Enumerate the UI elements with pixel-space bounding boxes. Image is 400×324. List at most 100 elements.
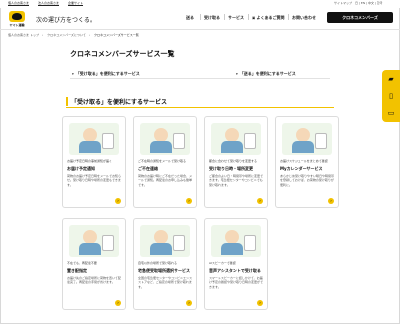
nav-send[interactable]: 送る: [186, 15, 194, 21]
card-title: 宅急便受取場所選択サービス: [138, 268, 190, 273]
card-kicker: AIスピーカーで確認: [209, 261, 236, 265]
breadcrumb-separator-icon: ›: [41, 33, 44, 37]
person-head-shape: [154, 128, 168, 142]
chevron-down-icon: ▾: [236, 72, 238, 76]
service-illustration: [140, 225, 190, 257]
person-body-shape: [79, 141, 101, 153]
breadcrumb-item-home[interactable]: 個人のお客さま トップ: [8, 33, 39, 37]
chevron-right-icon: ›: [186, 300, 192, 306]
yamato-logo[interactable]: ヤマト運輸: [6, 11, 28, 28]
laptop-icon[interactable]: ▭: [387, 109, 395, 117]
nav-divider: [224, 14, 225, 20]
person-body-shape: [292, 141, 314, 153]
floating-side-menu: ▰ ▯ ▭: [382, 70, 400, 122]
tagline: 次の運び方をつくる。: [36, 17, 96, 24]
nav-contact[interactable]: お問い合わせ: [292, 15, 316, 21]
chevron-right-icon: ›: [257, 300, 263, 306]
person-head-shape: [225, 128, 239, 142]
logo-text: ヤマト運輸: [9, 23, 25, 27]
anchor-link-receive[interactable]: ▾ 「受け取る」を便利にするサービス: [72, 71, 140, 77]
breadcrumb-item-current: クロネコメンバーズサービス一覧: [94, 33, 139, 37]
device-shape: [173, 133, 185, 149]
card-description: 全国の宅急便センターやコンビニエンスストアなど、ご指定の場所で受け取れます。: [138, 276, 192, 289]
service-card[interactable]: 都合に合わせて受け取りを変更する 受け取り日時・場所変更ご都合のよい日・時間帯や場…: [204, 116, 268, 208]
anchor-links: ▾ 「受け取る」を便利にするサービス ▾ 「送る」を便利にするサービス: [70, 71, 330, 79]
card-kicker: 都合に合わせて受け取りを変更する: [209, 159, 258, 163]
person-body-shape: [150, 243, 172, 255]
service-illustration: [211, 225, 261, 257]
service-card[interactable]: AIスピーカーで確認 音声アシスタントで受け取る スマートスピーカーに話しかけて、お…: [204, 218, 268, 310]
phone-icon[interactable]: ▯: [387, 92, 395, 100]
person-body-shape: [221, 141, 243, 153]
service-illustration: [211, 123, 261, 155]
device-shape: [102, 235, 114, 251]
chevron-right-icon: ›: [186, 198, 192, 204]
nav-receive[interactable]: 受け取る: [204, 15, 220, 21]
anchor-link-receive-label: 「受け取る」を便利にするサービス: [75, 71, 140, 76]
service-card[interactable]: 自宅以外の場所で受け取れる宅急便受取場所選択サービス全国の宅急便センターやコンビ…: [133, 218, 197, 310]
kuroneko-members-button[interactable]: クロネコメンバーズ: [327, 12, 393, 23]
card-description: あらかじめ受け取りやすい曜日や時間帯を登録しておけば、お荷物の受け取りが便利に。: [280, 174, 335, 187]
card-description: 荷物のお届け予定日時をメールでお知らせ。受け取り日時や場所の変更もできます。: [67, 174, 122, 187]
card-description: 荷物のお届け時にご不在だった場合、メールで通知。再配達のお申し込みも簡単です。: [138, 174, 193, 187]
person-head-shape: [83, 230, 97, 244]
nav-divider: [200, 14, 201, 20]
black-cat-icon: [12, 13, 22, 20]
anchor-link-send[interactable]: ▾ 「送る」を便利にするサービス: [236, 71, 296, 77]
person-body-shape: [221, 243, 243, 255]
service-illustration: [69, 225, 119, 257]
card-title: お届け予定通知: [67, 166, 95, 171]
nav-divider: [248, 14, 249, 20]
nav-faq-label: よくあるご質問: [256, 15, 285, 20]
chevron-right-icon: ›: [257, 198, 263, 204]
card-kicker: ご不在時の通知をメールで受け取る: [138, 159, 187, 163]
service-card[interactable]: ご不在時の通知をメールで受け取る ご不在連絡 荷物のお届け時にご不在だった場合、メー…: [133, 116, 197, 208]
section-divider: [66, 107, 334, 108]
card-description: スマートスピーカーに話しかけて、お届け予定の確認や受け取り日時の変更ができます。: [209, 276, 264, 289]
card-kicker: 自宅以外の場所で受け取れる: [138, 261, 178, 265]
nav-divider: [288, 14, 289, 20]
nav-faq[interactable]: ▣ よくあるご質問: [252, 15, 285, 21]
service-illustration: [140, 123, 190, 155]
device-shape: [102, 133, 114, 149]
service-illustration: [282, 123, 332, 155]
chevron-down-icon: ▾: [72, 72, 74, 76]
person-head-shape: [296, 128, 310, 142]
service-card[interactable]: 不在でも、再配達不要 置き配指定 お届け先のご指定場所に荷物を置いて配達完了。再配達…: [62, 218, 126, 310]
anchor-link-send-label: 「送る」を便利にするサービス: [239, 71, 296, 76]
breadcrumb: 個人のお客さま トップ › クロネコメンバーズについて › クロネコメンバーズサービ…: [8, 33, 142, 37]
person-body-shape: [150, 141, 172, 153]
chevron-right-icon: ›: [328, 198, 334, 204]
card-title: Myカレンダーサービス: [280, 166, 323, 171]
device-shape: [315, 133, 327, 149]
page-frame: [0, 0, 400, 324]
language-switcher[interactable]: サイトマップ 日 | EN | 中文 | 한국: [334, 1, 382, 5]
section-title-receive: 「受け取る」を便利にするサービス: [66, 97, 167, 106]
card-description: ご都合のよい日・時間帯や場所に変更できます。宅急便センターやコンビニでも受け取れ…: [209, 174, 264, 187]
card-kicker: お届け予定日時の事前通知が届く: [67, 159, 113, 163]
chevron-right-icon: ›: [115, 198, 121, 204]
person-head-shape: [225, 230, 239, 244]
utility-link-business[interactable]: 法人のお客さま: [38, 1, 59, 5]
utility-link-personal[interactable]: 個人のお客さま: [8, 1, 29, 5]
chevron-right-icon: ›: [115, 300, 121, 306]
device-shape: [173, 235, 185, 251]
person-body-shape: [79, 243, 101, 255]
truck-icon[interactable]: ▰: [387, 75, 395, 83]
device-shape: [244, 133, 256, 149]
nav-service[interactable]: サービス: [228, 15, 244, 21]
breadcrumb-separator-icon: ›: [88, 33, 91, 37]
device-shape: [244, 235, 256, 251]
card-title: 置き配指定: [67, 268, 87, 273]
person-head-shape: [154, 230, 168, 244]
card-kicker: お届けスケジュールをまとめて確認: [280, 159, 328, 163]
service-card[interactable]: お届けスケジュールをまとめて確認 Myカレンダーサービスあらかじめ受け取りやすい曜…: [275, 116, 339, 208]
service-illustration: [69, 123, 119, 155]
site-header: ヤマト運輸 次の運び方をつくる。 送る 受け取る サービス ▣ よくあるご質問 …: [0, 8, 400, 30]
card-description: お届け先のご指定場所に荷物を置いて配達完了。再配達の手間が省けます。: [67, 276, 121, 285]
breadcrumb-item-members[interactable]: クロネコメンバーズについて: [47, 33, 86, 37]
service-card[interactable]: お届け予定日時の事前通知が届く お届け予定通知荷物のお届け予定日時をメールでお知ら…: [62, 116, 126, 208]
card-title: 受け取り日時・場所変更: [209, 166, 253, 171]
utility-bar: 個人のお客さま 法人のお客さま 企業サイト サイトマップ 日 | EN | 中文…: [0, 0, 400, 8]
utility-link-corporate[interactable]: 企業サイト: [68, 1, 83, 5]
